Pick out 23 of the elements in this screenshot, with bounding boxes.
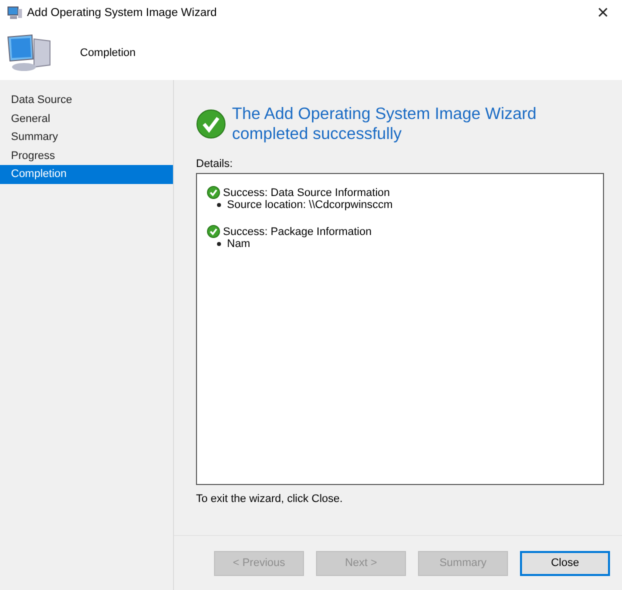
computer-icon: [7, 6, 23, 20]
window-title: Add Operating System Image Wizard: [27, 7, 218, 19]
page-title: Completion: [80, 47, 136, 59]
exit-hint: To exit the wizard, click Close.: [196, 493, 344, 505]
wizard-button[interactable]: Close: [520, 550, 610, 576]
status-text: Success: Data Source Information: [223, 186, 390, 198]
detail-text: Nam: [227, 238, 250, 250]
computer-icon: [6, 33, 52, 73]
sidebar-item[interactable]: Data Source: [0, 91, 173, 110]
check-icon: [207, 186, 220, 199]
bullet-icon: [217, 242, 221, 246]
check-icon: [196, 109, 226, 139]
details-label: Details:: [196, 158, 234, 170]
sidebar-item[interactable]: General: [0, 110, 173, 128]
sidebar-item[interactable]: Summary: [0, 128, 173, 146]
sidebar-item[interactable]: Progress: [0, 146, 173, 165]
sidebar-item[interactable]: Completion: [0, 165, 173, 184]
bullet-icon: [217, 203, 221, 207]
close-button[interactable]: ×: [588, 1, 618, 25]
status-text: Success: Package Information: [223, 226, 372, 238]
result-heading: The Add Operating System Image Wizard completed successfully: [232, 104, 538, 144]
detail-text: Source location: \\Cdcorpwinsccm: [227, 199, 393, 211]
check-icon: [207, 225, 220, 238]
